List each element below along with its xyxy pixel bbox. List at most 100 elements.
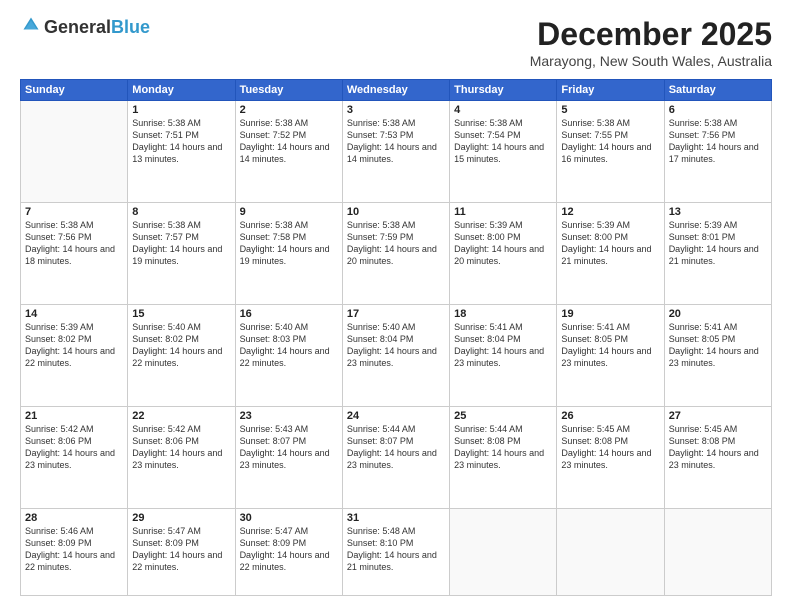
calendar-cell: 16Sunrise: 5:40 AMSunset: 8:03 PMDayligh…	[235, 304, 342, 406]
calendar-cell: 7Sunrise: 5:38 AMSunset: 7:56 PMDaylight…	[21, 202, 128, 304]
calendar-cell: 5Sunrise: 5:38 AMSunset: 7:55 PMDaylight…	[557, 101, 664, 203]
weekday-header-wednesday: Wednesday	[342, 80, 449, 101]
weekday-header-tuesday: Tuesday	[235, 80, 342, 101]
calendar-cell: 24Sunrise: 5:44 AMSunset: 8:07 PMDayligh…	[342, 406, 449, 508]
day-number: 18	[454, 308, 552, 320]
day-number: 5	[561, 104, 659, 116]
calendar-cell: 17Sunrise: 5:40 AMSunset: 8:04 PMDayligh…	[342, 304, 449, 406]
day-info: Sunrise: 5:44 AMSunset: 8:08 PMDaylight:…	[454, 423, 552, 472]
calendar-cell: 20Sunrise: 5:41 AMSunset: 8:05 PMDayligh…	[664, 304, 771, 406]
day-info: Sunrise: 5:38 AMSunset: 7:58 PMDaylight:…	[240, 219, 338, 268]
weekday-header-thursday: Thursday	[450, 80, 557, 101]
calendar-table: SundayMondayTuesdayWednesdayThursdayFrid…	[20, 79, 772, 596]
day-number: 31	[347, 512, 445, 524]
calendar-cell: 11Sunrise: 5:39 AMSunset: 8:00 PMDayligh…	[450, 202, 557, 304]
calendar-cell: 22Sunrise: 5:42 AMSunset: 8:06 PMDayligh…	[128, 406, 235, 508]
day-info: Sunrise: 5:45 AMSunset: 8:08 PMDaylight:…	[561, 423, 659, 472]
day-number: 8	[132, 206, 230, 218]
logo-blue-text: Blue	[111, 17, 150, 37]
day-number: 30	[240, 512, 338, 524]
day-info: Sunrise: 5:41 AMSunset: 8:05 PMDaylight:…	[669, 321, 767, 370]
calendar-cell	[664, 508, 771, 595]
day-info: Sunrise: 5:46 AMSunset: 8:09 PMDaylight:…	[25, 525, 123, 574]
day-info: Sunrise: 5:42 AMSunset: 8:06 PMDaylight:…	[25, 423, 123, 472]
calendar-cell: 9Sunrise: 5:38 AMSunset: 7:58 PMDaylight…	[235, 202, 342, 304]
calendar-cell: 23Sunrise: 5:43 AMSunset: 8:07 PMDayligh…	[235, 406, 342, 508]
day-info: Sunrise: 5:45 AMSunset: 8:08 PMDaylight:…	[669, 423, 767, 472]
logo-icon	[22, 16, 40, 34]
day-number: 6	[669, 104, 767, 116]
day-info: Sunrise: 5:40 AMSunset: 8:02 PMDaylight:…	[132, 321, 230, 370]
day-number: 27	[669, 410, 767, 422]
day-number: 26	[561, 410, 659, 422]
day-number: 10	[347, 206, 445, 218]
calendar-cell: 1Sunrise: 5:38 AMSunset: 7:51 PMDaylight…	[128, 101, 235, 203]
location: Marayong, New South Wales, Australia	[530, 53, 772, 69]
day-number: 13	[669, 206, 767, 218]
day-number: 12	[561, 206, 659, 218]
day-info: Sunrise: 5:42 AMSunset: 8:06 PMDaylight:…	[132, 423, 230, 472]
day-info: Sunrise: 5:41 AMSunset: 8:04 PMDaylight:…	[454, 321, 552, 370]
calendar-cell: 3Sunrise: 5:38 AMSunset: 7:53 PMDaylight…	[342, 101, 449, 203]
calendar-cell: 21Sunrise: 5:42 AMSunset: 8:06 PMDayligh…	[21, 406, 128, 508]
calendar-cell: 26Sunrise: 5:45 AMSunset: 8:08 PMDayligh…	[557, 406, 664, 508]
calendar-cell	[557, 508, 664, 595]
day-number: 15	[132, 308, 230, 320]
week-row-1: 1Sunrise: 5:38 AMSunset: 7:51 PMDaylight…	[21, 101, 772, 203]
calendar-cell: 30Sunrise: 5:47 AMSunset: 8:09 PMDayligh…	[235, 508, 342, 595]
day-info: Sunrise: 5:38 AMSunset: 7:59 PMDaylight:…	[347, 219, 445, 268]
day-info: Sunrise: 5:38 AMSunset: 7:53 PMDaylight:…	[347, 117, 445, 166]
week-row-4: 21Sunrise: 5:42 AMSunset: 8:06 PMDayligh…	[21, 406, 772, 508]
day-number: 1	[132, 104, 230, 116]
weekday-header-saturday: Saturday	[664, 80, 771, 101]
calendar-cell: 27Sunrise: 5:45 AMSunset: 8:08 PMDayligh…	[664, 406, 771, 508]
day-info: Sunrise: 5:47 AMSunset: 8:09 PMDaylight:…	[240, 525, 338, 574]
weekday-header-sunday: Sunday	[21, 80, 128, 101]
week-row-3: 14Sunrise: 5:39 AMSunset: 8:02 PMDayligh…	[21, 304, 772, 406]
month-title: December 2025	[530, 16, 772, 53]
day-number: 7	[25, 206, 123, 218]
logo-general-text: General	[44, 17, 111, 37]
day-number: 29	[132, 512, 230, 524]
calendar-cell: 8Sunrise: 5:38 AMSunset: 7:57 PMDaylight…	[128, 202, 235, 304]
day-number: 17	[347, 308, 445, 320]
calendar-cell	[21, 101, 128, 203]
day-info: Sunrise: 5:38 AMSunset: 7:56 PMDaylight:…	[669, 117, 767, 166]
calendar-cell: 14Sunrise: 5:39 AMSunset: 8:02 PMDayligh…	[21, 304, 128, 406]
calendar-cell: 6Sunrise: 5:38 AMSunset: 7:56 PMDaylight…	[664, 101, 771, 203]
day-number: 9	[240, 206, 338, 218]
day-info: Sunrise: 5:38 AMSunset: 7:55 PMDaylight:…	[561, 117, 659, 166]
calendar-cell: 28Sunrise: 5:46 AMSunset: 8:09 PMDayligh…	[21, 508, 128, 595]
day-number: 23	[240, 410, 338, 422]
calendar-header-row: SundayMondayTuesdayWednesdayThursdayFrid…	[21, 80, 772, 101]
day-info: Sunrise: 5:48 AMSunset: 8:10 PMDaylight:…	[347, 525, 445, 574]
day-number: 14	[25, 308, 123, 320]
calendar-cell	[450, 508, 557, 595]
day-number: 16	[240, 308, 338, 320]
day-info: Sunrise: 5:43 AMSunset: 8:07 PMDaylight:…	[240, 423, 338, 472]
week-row-2: 7Sunrise: 5:38 AMSunset: 7:56 PMDaylight…	[21, 202, 772, 304]
day-info: Sunrise: 5:44 AMSunset: 8:07 PMDaylight:…	[347, 423, 445, 472]
weekday-header-friday: Friday	[557, 80, 664, 101]
day-info: Sunrise: 5:38 AMSunset: 7:57 PMDaylight:…	[132, 219, 230, 268]
day-info: Sunrise: 5:47 AMSunset: 8:09 PMDaylight:…	[132, 525, 230, 574]
day-number: 20	[669, 308, 767, 320]
day-number: 22	[132, 410, 230, 422]
calendar-cell: 15Sunrise: 5:40 AMSunset: 8:02 PMDayligh…	[128, 304, 235, 406]
day-number: 25	[454, 410, 552, 422]
day-number: 2	[240, 104, 338, 116]
page: GeneralBlue December 2025 Marayong, New …	[0, 0, 792, 612]
day-info: Sunrise: 5:39 AMSunset: 8:00 PMDaylight:…	[561, 219, 659, 268]
day-info: Sunrise: 5:38 AMSunset: 7:54 PMDaylight:…	[454, 117, 552, 166]
week-row-5: 28Sunrise: 5:46 AMSunset: 8:09 PMDayligh…	[21, 508, 772, 595]
day-info: Sunrise: 5:39 AMSunset: 8:01 PMDaylight:…	[669, 219, 767, 268]
day-info: Sunrise: 5:40 AMSunset: 8:04 PMDaylight:…	[347, 321, 445, 370]
day-info: Sunrise: 5:40 AMSunset: 8:03 PMDaylight:…	[240, 321, 338, 370]
day-number: 4	[454, 104, 552, 116]
header: GeneralBlue December 2025 Marayong, New …	[20, 16, 772, 69]
day-number: 28	[25, 512, 123, 524]
calendar-cell: 4Sunrise: 5:38 AMSunset: 7:54 PMDaylight…	[450, 101, 557, 203]
calendar-cell: 29Sunrise: 5:47 AMSunset: 8:09 PMDayligh…	[128, 508, 235, 595]
day-number: 21	[25, 410, 123, 422]
calendar-cell: 10Sunrise: 5:38 AMSunset: 7:59 PMDayligh…	[342, 202, 449, 304]
